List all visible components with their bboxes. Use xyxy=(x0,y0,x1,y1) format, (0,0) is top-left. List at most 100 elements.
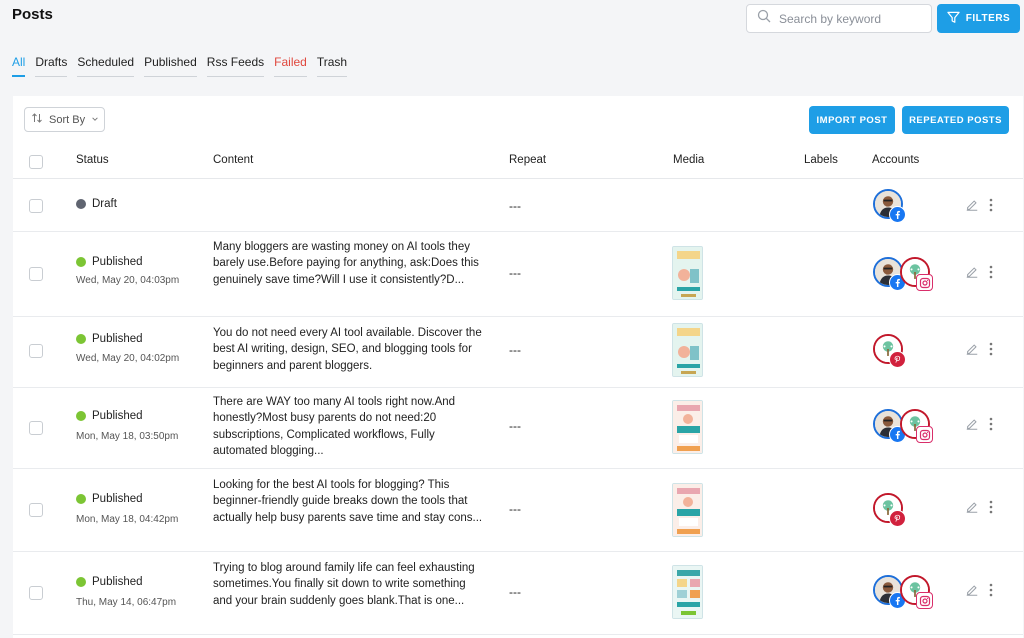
status-cell: Published xyxy=(76,576,143,588)
account-instagram[interactable] xyxy=(900,409,933,443)
pinterest-icon xyxy=(889,510,906,527)
sort-icon xyxy=(31,112,43,127)
tab-rss-feeds[interactable]: Rss Feeds xyxy=(206,55,265,77)
table-row[interactable]: Published Wed, May 20, 04:02pm You do no… xyxy=(13,317,1023,388)
row-checkbox[interactable] xyxy=(29,503,43,517)
status-cell: Published xyxy=(76,256,143,268)
published-dot xyxy=(76,334,86,344)
post-content[interactable]: Looking for the best AI tools for bloggi… xyxy=(213,477,483,526)
row-actions xyxy=(965,417,993,431)
publish-date: Wed, May 20, 04:02pm xyxy=(76,353,180,364)
more-options-icon[interactable] xyxy=(989,342,993,356)
published-dot xyxy=(76,494,86,504)
account-instagram[interactable] xyxy=(900,257,933,291)
chevron-down-icon xyxy=(91,114,99,126)
column-repeat: Repeat xyxy=(509,154,547,166)
publish-date: Thu, May 14, 06:47pm xyxy=(76,597,177,608)
column-accounts: Accounts xyxy=(872,154,920,166)
instagram-icon xyxy=(916,426,933,443)
account-facebook[interactable] xyxy=(873,575,906,609)
publish-date: Wed, May 20, 04:03pm xyxy=(76,275,180,286)
filters-button[interactable]: FILTERS xyxy=(937,4,1020,33)
edit-icon[interactable] xyxy=(965,198,979,212)
more-options-icon[interactable] xyxy=(989,198,993,212)
status-label: Published xyxy=(92,410,143,422)
row-checkbox[interactable] xyxy=(29,344,43,358)
row-actions xyxy=(965,583,993,597)
post-content[interactable]: Trying to blog around family life can fe… xyxy=(213,560,483,609)
status-cell: Published xyxy=(76,493,143,505)
row-checkbox[interactable] xyxy=(29,267,43,281)
repeat-value: --- xyxy=(509,419,521,433)
account-instagram[interactable] xyxy=(900,575,933,609)
edit-icon[interactable] xyxy=(965,583,979,597)
draft-dot xyxy=(76,199,86,209)
post-content[interactable]: You do not need every AI tool available.… xyxy=(213,325,483,374)
more-options-icon[interactable] xyxy=(989,265,993,279)
table-header: Status Content Repeat Media Labels Accou… xyxy=(13,145,1023,179)
table-row[interactable]: Published Mon, May 18, 04:42pm Looking f… xyxy=(13,469,1023,552)
status-label: Published xyxy=(92,576,143,588)
import-post-button[interactable]: IMPORT POST xyxy=(809,106,895,134)
edit-icon[interactable] xyxy=(965,342,979,356)
more-options-icon[interactable] xyxy=(989,500,993,514)
column-content: Content xyxy=(213,154,254,166)
account-facebook[interactable] xyxy=(873,409,906,443)
edit-icon[interactable] xyxy=(965,417,979,431)
status-label: Published xyxy=(92,333,143,345)
search-box[interactable] xyxy=(746,4,932,33)
posts-table-card: Sort By IMPORT POST REPEATED POSTS Statu… xyxy=(13,96,1023,638)
media-thumbnail[interactable] xyxy=(672,483,703,537)
table-row[interactable]: Draft --- xyxy=(13,179,1023,232)
edit-icon[interactable] xyxy=(965,265,979,279)
tab-drafts[interactable]: Drafts xyxy=(35,55,68,77)
status-cell: Published xyxy=(76,410,143,422)
tab-trash[interactable]: Trash xyxy=(316,55,348,77)
more-options-icon[interactable] xyxy=(989,417,993,431)
tab-scheduled[interactable]: Scheduled xyxy=(77,55,135,77)
filters-label: FILTERS xyxy=(965,13,1011,24)
account-pinterest[interactable] xyxy=(873,334,906,368)
repeat-value: --- xyxy=(509,502,521,516)
row-actions xyxy=(965,342,993,356)
media-thumbnail[interactable] xyxy=(672,565,703,619)
row-checkbox[interactable] xyxy=(29,421,43,435)
row-actions xyxy=(965,500,993,514)
facebook-icon xyxy=(889,206,906,223)
row-actions xyxy=(965,198,993,212)
status-tabs: All Drafts Scheduled Published Rss Feeds… xyxy=(12,55,357,77)
status-cell: Published xyxy=(76,333,143,345)
tab-published[interactable]: Published xyxy=(144,55,197,77)
column-status: Status xyxy=(76,154,109,166)
row-checkbox[interactable] xyxy=(29,586,43,600)
account-facebook[interactable] xyxy=(873,189,906,223)
media-thumbnail[interactable] xyxy=(672,246,703,300)
column-labels: Labels xyxy=(804,154,838,166)
publish-date: Mon, May 18, 04:42pm xyxy=(76,514,179,525)
sort-by-label: Sort By xyxy=(49,113,86,126)
pinterest-icon xyxy=(889,351,906,368)
page-title: Posts xyxy=(12,6,53,23)
search-icon xyxy=(757,9,771,28)
repeat-value: --- xyxy=(509,585,521,599)
media-thumbnail[interactable] xyxy=(672,323,703,377)
tab-failed[interactable]: Failed xyxy=(274,55,307,77)
table-row[interactable]: Published Mon, May 18, 03:50pm There are… xyxy=(13,388,1023,469)
sort-by-dropdown[interactable]: Sort By xyxy=(24,107,105,132)
row-checkbox[interactable] xyxy=(29,199,43,213)
filter-icon xyxy=(947,11,960,27)
edit-icon[interactable] xyxy=(965,500,979,514)
search-input[interactable] xyxy=(779,11,929,26)
tab-all[interactable]: All xyxy=(12,55,26,77)
account-pinterest[interactable] xyxy=(873,493,906,527)
post-content[interactable]: Many bloggers are wasting money on AI to… xyxy=(213,239,483,288)
post-content[interactable]: There are WAY too many AI tools right no… xyxy=(213,394,483,460)
status-label: Published xyxy=(92,256,143,268)
table-row[interactable]: Published Wed, May 20, 04:03pm Many blog… xyxy=(13,232,1023,317)
repeated-posts-button[interactable]: REPEATED POSTS xyxy=(902,106,1009,134)
account-facebook[interactable] xyxy=(873,257,906,291)
select-all-checkbox[interactable] xyxy=(29,155,43,169)
media-thumbnail[interactable] xyxy=(672,400,703,454)
table-row[interactable]: Published Thu, May 14, 06:47pm Trying to… xyxy=(13,552,1023,635)
more-options-icon[interactable] xyxy=(989,583,993,597)
